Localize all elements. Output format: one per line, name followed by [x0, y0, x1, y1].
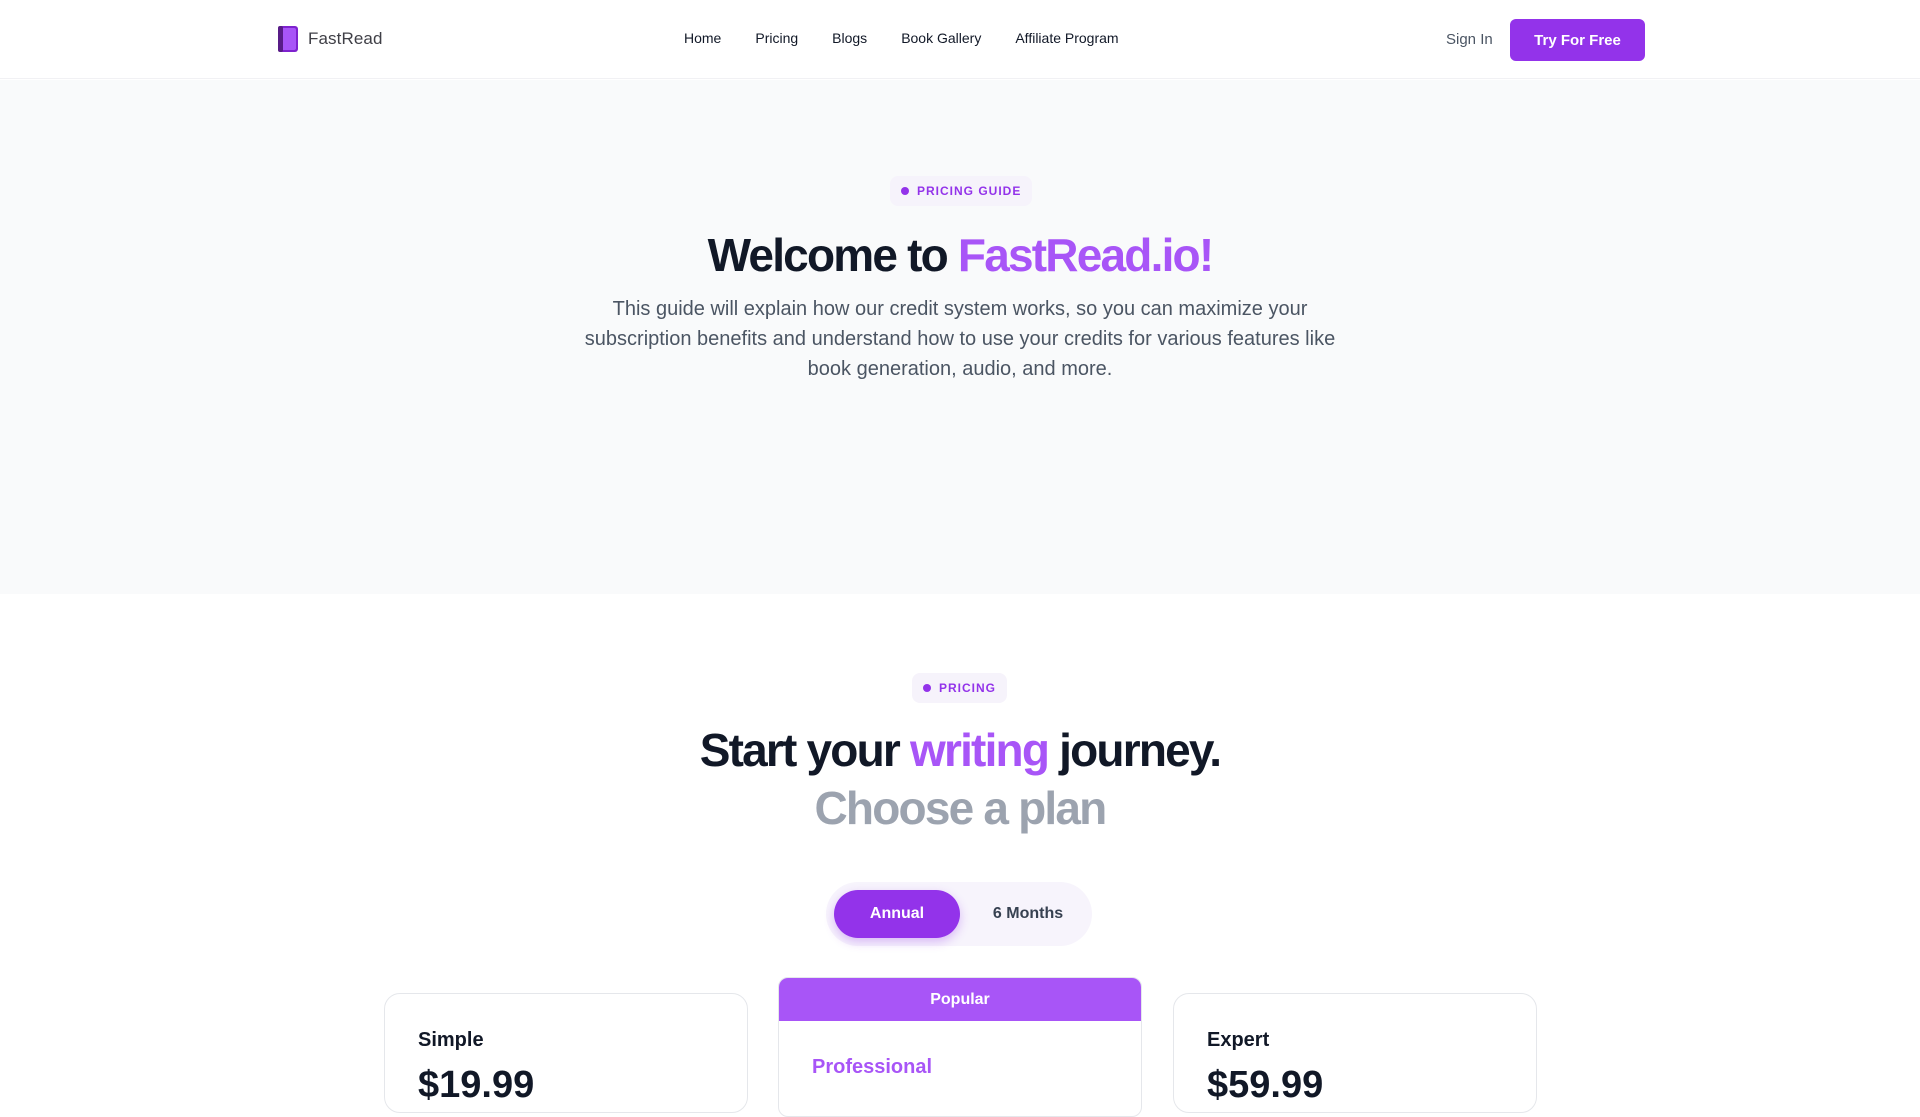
- brand-logo[interactable]: FastRead: [276, 24, 383, 54]
- main-nav: Home Pricing Blogs Book Gallery Affiliat…: [684, 30, 1119, 46]
- pricing-title-part2: journey.: [1048, 724, 1222, 776]
- pricing-title-accent: writing: [909, 724, 1050, 776]
- nav-home[interactable]: Home: [684, 30, 721, 46]
- brand-name: FastRead: [308, 29, 383, 48]
- hero-title-accent: FastRead.io!: [957, 229, 1214, 281]
- hero-title-prefix: Welcome to: [707, 229, 958, 281]
- six-months-toggle-option[interactable]: 6 Months: [974, 890, 1082, 938]
- badge-label: PRICING: [939, 681, 997, 695]
- plan-card-simple: Simple $19.99: [384, 993, 748, 1113]
- hero-section: PRICING GUIDE Welcome to FastRead.io! Th…: [0, 80, 1920, 594]
- hero-title: Welcome to FastRead.io!: [0, 228, 1920, 282]
- try-for-free-button[interactable]: Try For Free: [1510, 19, 1645, 61]
- nav-pricing[interactable]: Pricing: [755, 30, 798, 46]
- book-icon: [278, 26, 298, 52]
- nav-book-gallery[interactable]: Book Gallery: [901, 30, 981, 46]
- plan-price: $59.99: [1207, 1064, 1324, 1106]
- nav-affiliate-program[interactable]: Affiliate Program: [1015, 30, 1118, 46]
- badge-dot-icon: [923, 684, 931, 692]
- pricing-title: Start your writing journey.: [0, 723, 1920, 777]
- plan-card-expert: Expert $59.99: [1173, 993, 1537, 1113]
- nav-blogs[interactable]: Blogs: [832, 30, 867, 46]
- site-header: FastRead Home Pricing Blogs Book Gallery…: [0, 0, 1920, 79]
- pricing-title-part1: Start your: [699, 724, 910, 776]
- plan-price: $19.99: [418, 1064, 535, 1106]
- billing-period-toggle: Annual 6 Months: [826, 882, 1092, 946]
- pricing-badge: PRICING: [912, 673, 1008, 703]
- pricing-guide-badge: PRICING GUIDE: [890, 176, 1033, 206]
- plan-name: Simple: [418, 1029, 484, 1051]
- pricing-subtitle: Choose a plan: [814, 782, 1108, 834]
- badge-dot-icon: [901, 187, 909, 195]
- sign-in-link[interactable]: Sign In: [1446, 31, 1493, 48]
- plan-card-professional: Popular Professional: [778, 977, 1142, 1117]
- popular-banner: Popular: [779, 978, 1141, 1021]
- annual-toggle-option[interactable]: Annual: [834, 890, 960, 938]
- hero-description: This guide will explain how our credit s…: [584, 298, 1336, 380]
- plan-name: Expert: [1207, 1029, 1270, 1051]
- plan-name: Professional: [812, 1056, 933, 1078]
- badge-label: PRICING GUIDE: [917, 184, 1022, 198]
